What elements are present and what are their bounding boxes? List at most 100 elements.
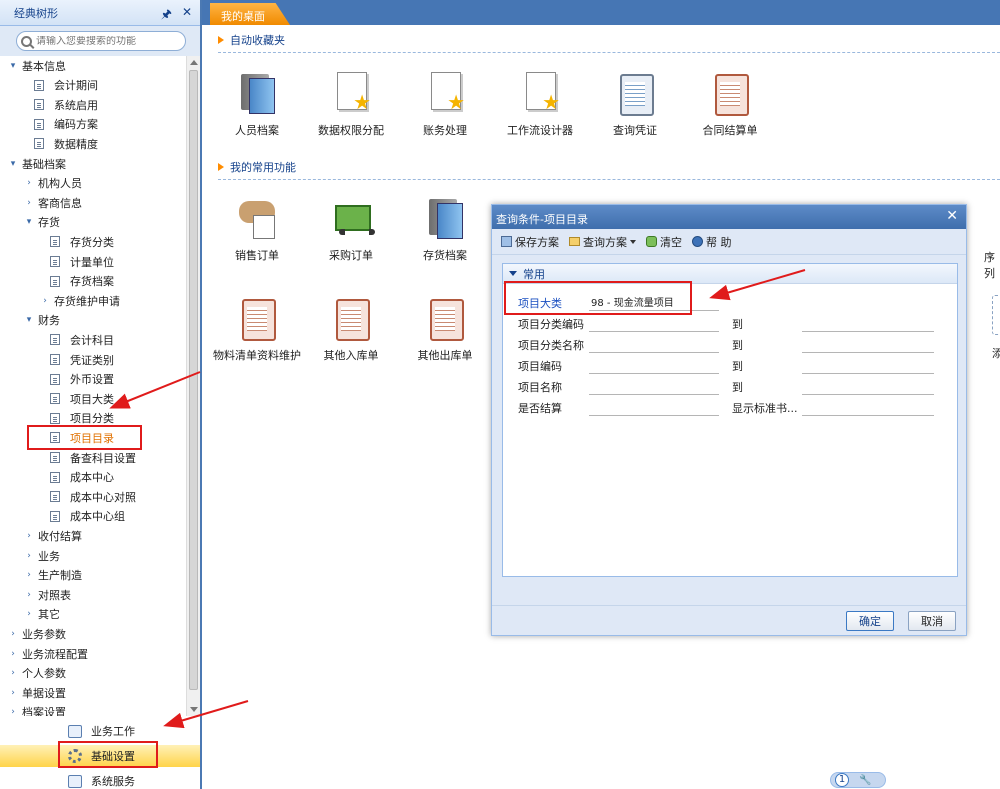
condition-label[interactable]: 项目大类 (518, 295, 562, 311)
scroll-up-icon[interactable] (190, 60, 198, 65)
tree-item[interactable]: › 业务 (24, 546, 60, 565)
tree-item[interactable]: 备查科目设置 (40, 448, 136, 467)
chevron-right-icon[interactable]: › (40, 296, 50, 306)
tree-item[interactable]: 项目目录 (40, 428, 114, 447)
close-panel-icon[interactable]: ✕ (182, 5, 192, 26)
condition-from-input[interactable] (589, 356, 719, 374)
desktop-app-tile[interactable]: 其他出库单 (400, 295, 490, 363)
query-scheme-button[interactable]: 查询方案 (569, 234, 636, 250)
tree-item[interactable]: 成本中心对照 (40, 487, 136, 506)
tree-item[interactable]: 成本中心 (40, 468, 114, 487)
tree-item[interactable]: ▾ 存货 (24, 213, 60, 232)
chevron-right-icon[interactable]: › (8, 668, 18, 678)
tree-item[interactable]: ▾ 财务 (24, 311, 60, 330)
desktop-app-tile[interactable]: 物料清单资料维护 (212, 295, 302, 363)
condition-from-input[interactable] (589, 398, 719, 416)
tree-item[interactable]: 凭证类别 (40, 350, 114, 369)
tree-item[interactable]: 存货分类 (40, 232, 114, 251)
condition-to-input[interactable] (802, 314, 934, 332)
tree-scrollbar[interactable] (186, 56, 200, 716)
partial-add-tile[interactable] (992, 295, 1000, 335)
nav-system-service[interactable]: 系统服务 (0, 770, 200, 789)
chevron-right-icon[interactable]: › (24, 590, 34, 600)
tree-item[interactable]: › 生产制造 (24, 566, 82, 585)
tree-item[interactable]: ▾ 基本信息 (8, 56, 66, 75)
chevron-right-icon[interactable]: › (8, 629, 18, 639)
scroll-down-icon[interactable] (190, 707, 198, 712)
chevron-right-icon[interactable]: › (24, 570, 34, 580)
desktop-app-tile[interactable]: 数据权限分配 (306, 70, 396, 138)
chevron-down-icon[interactable]: ▾ (24, 217, 34, 227)
chevron-right-icon[interactable]: › (8, 649, 18, 659)
tree-item[interactable]: ▾ 基础档案 (8, 154, 66, 173)
close-icon[interactable]: ✕ (946, 208, 958, 224)
condition-from-input[interactable] (589, 335, 719, 353)
chevron-right-icon[interactable]: › (8, 707, 18, 716)
chevron-down-icon[interactable]: ▾ (8, 61, 18, 71)
chevron-right-icon[interactable]: › (24, 609, 34, 619)
desktop-app-tile[interactable]: 账务处理 (400, 70, 490, 138)
tree-item[interactable]: › 个人参数 (8, 664, 66, 683)
desktop-app-tile[interactable]: 查询凭证 (590, 70, 680, 138)
condition-to-input[interactable] (802, 356, 934, 374)
tree-item[interactable]: 存货档案 (40, 272, 114, 291)
chevron-right-icon[interactable]: › (24, 551, 34, 561)
desktop-app-tile[interactable]: 采购订单 (306, 195, 396, 263)
ok-button[interactable]: 确定 (846, 611, 894, 631)
condition-to-input[interactable] (802, 377, 934, 395)
chevron-down-icon[interactable]: ▾ (8, 159, 18, 169)
search-input[interactable] (36, 35, 176, 47)
tree-item[interactable]: 会计期间 (24, 76, 98, 95)
tree-item[interactable]: › 收付结算 (24, 526, 82, 545)
desktop-app-tile[interactable]: 其他入库单 (306, 295, 396, 363)
desktop-app-tile[interactable]: 销售订单 (212, 195, 302, 263)
desktop-app-tile[interactable]: 存货档案 (400, 195, 490, 263)
partial-app-label[interactable]: 序列 (984, 249, 1000, 281)
desktop-app-tile[interactable]: 人员档案 (212, 70, 302, 138)
tree-item[interactable]: 会计科目 (40, 330, 114, 349)
tree-item[interactable]: › 其它 (24, 605, 60, 624)
scroll-thumb[interactable] (189, 70, 198, 690)
condition-to-input[interactable] (802, 398, 934, 416)
pin-icon[interactable]: 🖈 (161, 5, 172, 26)
tree-item[interactable]: › 存货维护申请 (40, 291, 120, 310)
desktop-app-tile[interactable]: 合同结算单 (685, 70, 775, 138)
tree-item[interactable]: 成本中心组 (40, 507, 125, 526)
desktop-app-tile[interactable]: 工作流设计器 (495, 70, 585, 138)
chevron-down-icon[interactable]: ▾ (24, 315, 34, 325)
chevron-right-icon[interactable]: › (24, 531, 34, 541)
tree-item[interactable]: › 对照表 (24, 585, 71, 604)
condition-from-input[interactable] (589, 314, 719, 332)
help-button[interactable]: 帮 助 (692, 234, 732, 250)
tree-item[interactable]: › 业务参数 (8, 624, 66, 643)
nav-business-work[interactable]: 业务工作 (0, 720, 200, 742)
chevron-right-icon[interactable]: › (24, 198, 34, 208)
nav-basic-settings[interactable]: 基础设置 (0, 745, 200, 767)
wrench-icon[interactable]: 🔧 (859, 775, 871, 786)
cancel-button[interactable]: 取消 (908, 611, 956, 631)
tree-item[interactable]: 编码方案 (24, 115, 98, 134)
common-group-header[interactable]: 常用 (503, 264, 957, 284)
tree-item[interactable]: 系统启用 (24, 95, 98, 114)
condition-from-input[interactable] (589, 293, 719, 311)
page-indicator[interactable]: 1 (835, 773, 849, 787)
condition-from-input[interactable] (589, 377, 719, 395)
tree-item[interactable]: 项目大类 (40, 389, 114, 408)
tree-item[interactable]: 数据精度 (24, 134, 98, 153)
partial-add-label[interactable]: 添 (992, 345, 1000, 361)
tab-my-desktop[interactable]: 我的桌面 (210, 3, 290, 25)
tree-item[interactable]: › 业务流程配置 (8, 644, 88, 663)
tree-item[interactable]: › 机构人员 (24, 174, 82, 193)
save-scheme-button[interactable]: 保存方案 (501, 234, 559, 250)
tree-item[interactable]: 项目分类 (40, 409, 114, 428)
chevron-right-icon[interactable]: › (8, 688, 18, 698)
chevron-right-icon[interactable]: › (24, 178, 34, 188)
clear-button[interactable]: 清空 (646, 234, 682, 250)
tree-item[interactable]: › 客商信息 (24, 193, 82, 212)
tree-item[interactable]: 外币设置 (40, 370, 114, 389)
tree-item[interactable]: 计量单位 (40, 252, 114, 271)
tree-item[interactable]: › 档案设置 (8, 703, 66, 716)
tree-item[interactable]: › 单据设置 (8, 683, 66, 702)
condition-to-input[interactable] (802, 335, 934, 353)
search-icon[interactable] (21, 35, 32, 47)
